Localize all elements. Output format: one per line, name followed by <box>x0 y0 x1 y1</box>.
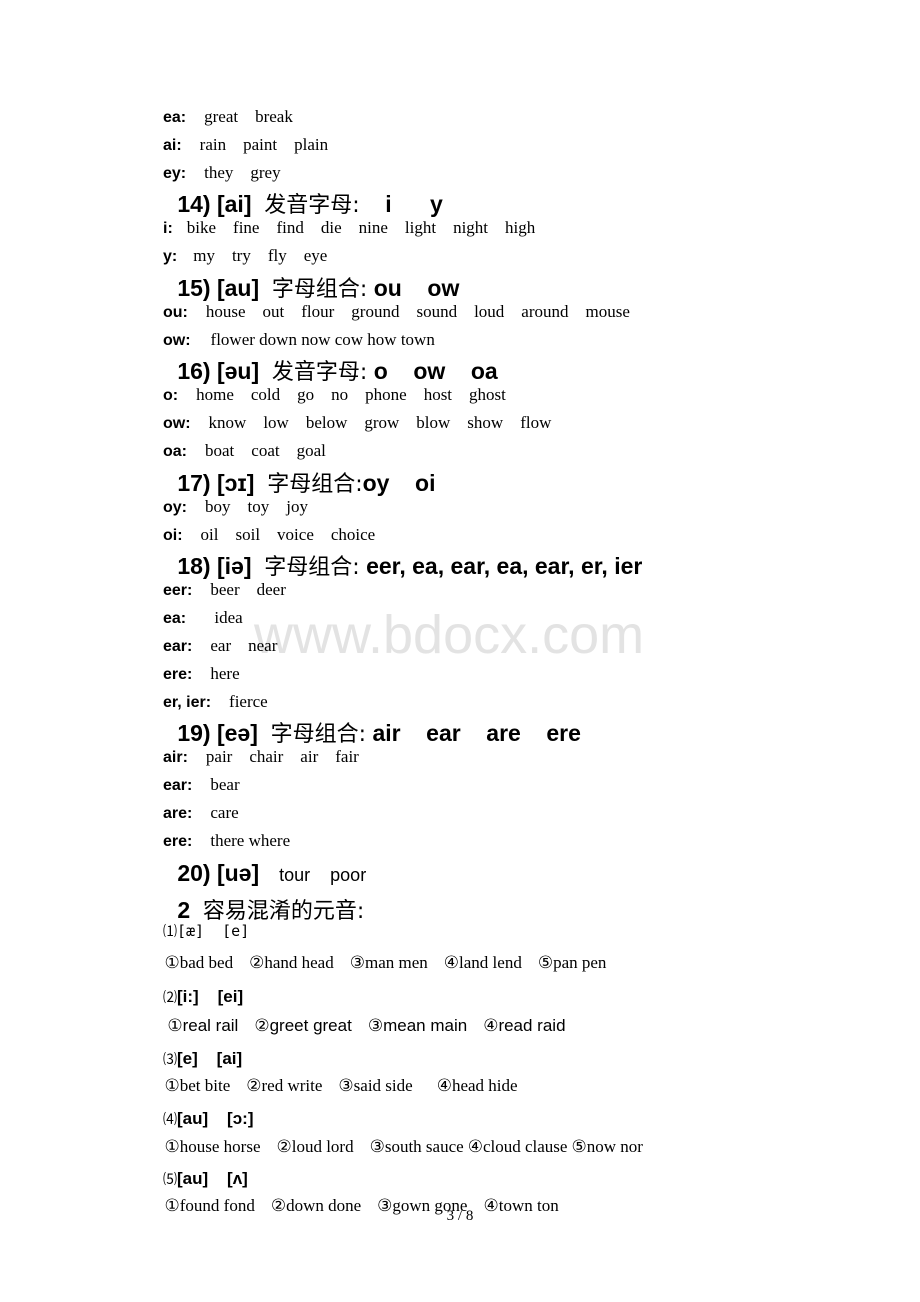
pair-item: ②down done <box>270 1196 362 1215</box>
pair-item: ②greet great <box>254 1016 352 1035</box>
pair-item: ②red write <box>246 1076 323 1095</box>
pair-item: ④land lend <box>443 953 522 972</box>
document-page: www.bdocx.com ea: great break ai: rain pai… <box>0 0 920 1302</box>
pair-item: ③said side <box>338 1076 413 1095</box>
watermark: www.bdocx.com <box>254 605 645 665</box>
heading-letters: oy oi <box>362 470 436 496</box>
pair-item: ④town ton <box>483 1196 559 1215</box>
pair-item: ③man men <box>349 953 428 972</box>
pair-item: ①bad bed <box>164 953 234 972</box>
pair-item: ②hand head <box>249 953 334 972</box>
heading-letters: air ear are ere <box>366 720 581 746</box>
pair-item: ①real rail <box>167 1016 239 1035</box>
pair-item: ③gown gone <box>377 1196 468 1215</box>
pair-item: ③mean main <box>367 1016 468 1035</box>
pair-item: ②loud lord <box>276 1137 354 1156</box>
pair-item: ⑤pan pen <box>537 953 607 972</box>
pair-item: ④read raid <box>483 1016 566 1035</box>
pair-item: ④cloud clause <box>467 1137 568 1156</box>
pair-item: ③south sauce <box>369 1137 464 1156</box>
heading-letters: eer, ea, ear, ea, ear, er, ier <box>359 553 643 579</box>
pair-item: ①bet bite <box>164 1076 231 1095</box>
pair-item: ④head hide <box>436 1076 518 1095</box>
pair-item: ①found fond <box>164 1196 255 1215</box>
group-5-pairs: ①found fond ②down done ③gown gone ④town ton <box>139 1180 559 1231</box>
pair-item: ⑤now nor <box>571 1137 643 1156</box>
